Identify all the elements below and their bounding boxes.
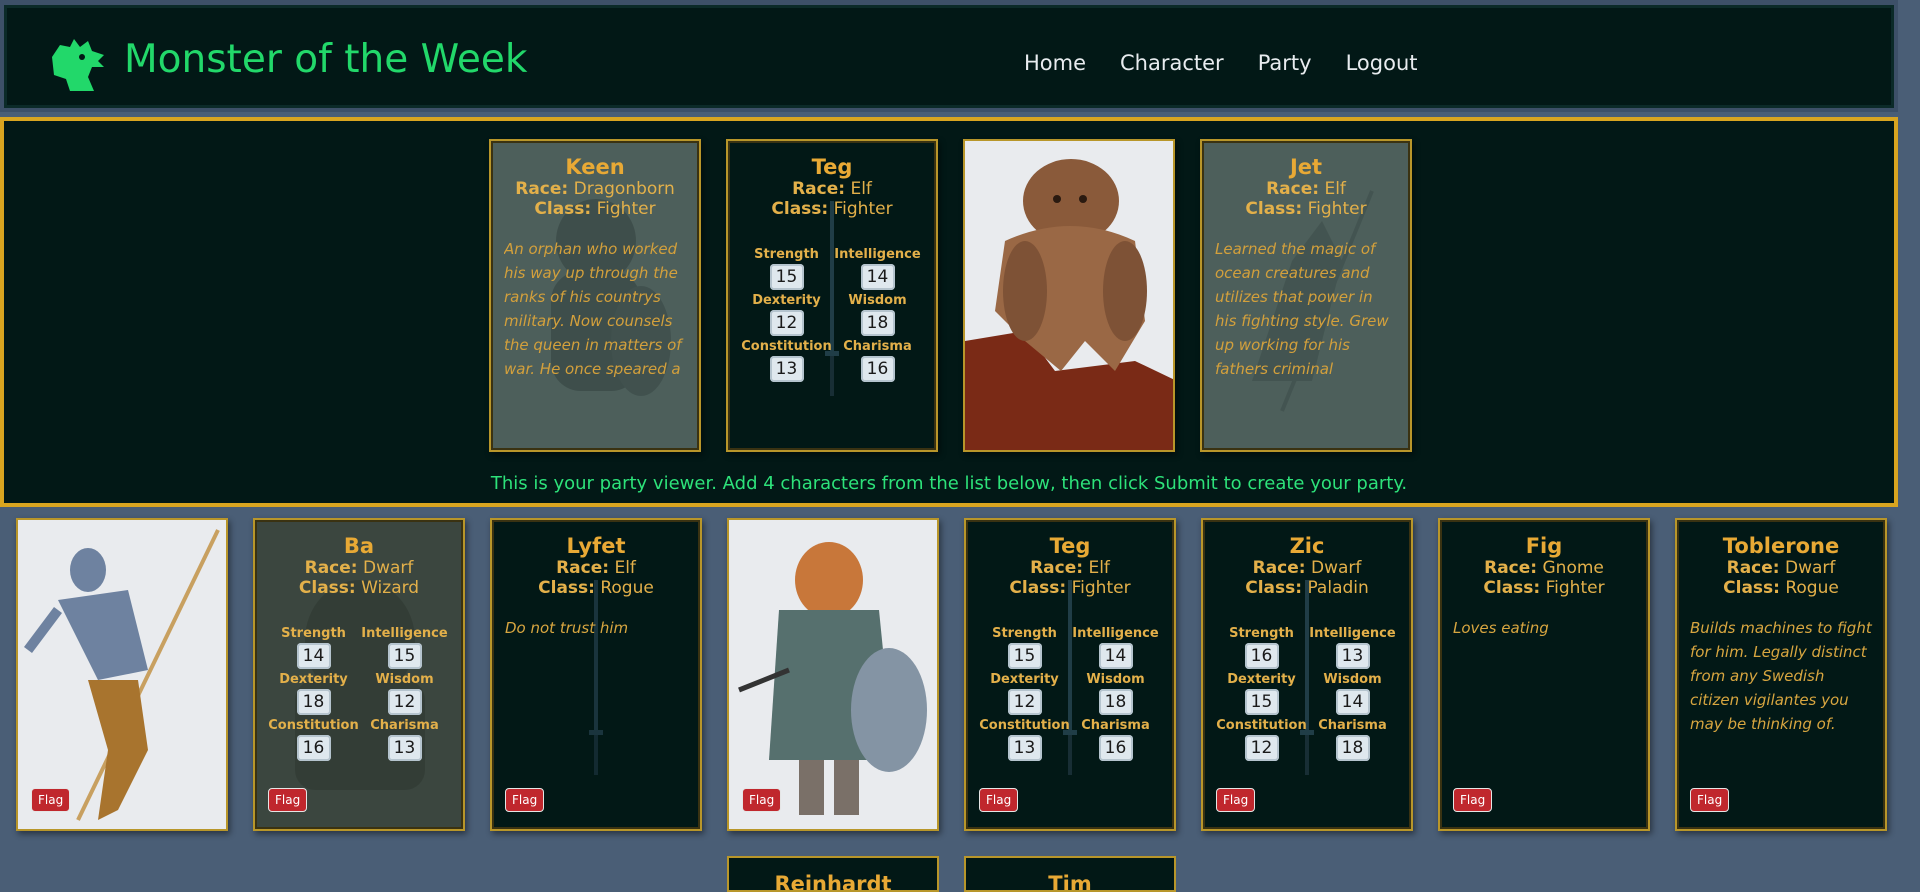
stat-intelligence: Intelligence 13 bbox=[1307, 626, 1398, 669]
flag-button[interactable]: Flag bbox=[742, 788, 782, 812]
character-race: Race: Dragonborn bbox=[515, 179, 675, 199]
character-name: Zic bbox=[1289, 534, 1325, 558]
party-instructions: This is your party viewer. Add 4 charact… bbox=[490, 473, 1408, 494]
flag-button[interactable]: Flag bbox=[1453, 788, 1493, 812]
stat-intelligence: Intelligence 15 bbox=[359, 626, 450, 669]
stat-wisdom: Wisdom 18 bbox=[1070, 672, 1161, 715]
navbar: Monster of the Week Home Character Party… bbox=[0, 0, 1898, 112]
main-nav: Home Character Party Logout bbox=[1024, 51, 1418, 75]
dragon-head-icon[interactable] bbox=[48, 35, 108, 95]
stat-constitution: Constitution 16 bbox=[268, 718, 359, 761]
roster-card-fig[interactable]: Fig Race: Gnome Class: Fighter Loves eat… bbox=[1438, 518, 1650, 831]
roster-card-ba[interactable]: Ba Race: Dwarf Class: Wizard Strength 14 … bbox=[253, 518, 465, 831]
roster-card-image[interactable]: Flag bbox=[727, 518, 939, 831]
character-race: Race: Dwarf bbox=[1252, 558, 1362, 578]
stat-charisma: Charisma 16 bbox=[1070, 718, 1161, 761]
stat-wisdom: Wisdom 12 bbox=[359, 672, 450, 715]
character-name: Lyfet bbox=[566, 534, 626, 558]
stat-dexterity: Dexterity 18 bbox=[268, 672, 359, 715]
site-title[interactable]: Monster of the Week bbox=[124, 37, 528, 82]
elf-archer-image bbox=[18, 520, 226, 829]
stat-grid: Strength 16 Intelligence 13 Dexterity 15 Wi… bbox=[1216, 626, 1398, 761]
stat-strength: Strength 16 bbox=[1216, 626, 1307, 669]
character-name: Teg bbox=[811, 155, 853, 179]
character-name: Toblerone bbox=[1722, 534, 1840, 558]
character-race: Race: Gnome bbox=[1484, 558, 1604, 578]
flag-button[interactable]: Flag bbox=[979, 788, 1019, 812]
party-card-keen[interactable]: Keen Race: Dragonborn Class: Fighter An … bbox=[489, 139, 701, 452]
sword-icon bbox=[589, 580, 603, 775]
stat-constitution: Constitution 13 bbox=[979, 718, 1070, 761]
character-name: Ba bbox=[343, 534, 375, 558]
character-class: Class: Fighter bbox=[534, 199, 656, 219]
flag-button[interactable]: Flag bbox=[268, 788, 308, 812]
party-card-jet[interactable]: Jet Race: Elf Class: Fighter Learned the… bbox=[1200, 139, 1412, 452]
stat-grid: Strength 14 Intelligence 15 Dexterity 18 Wi… bbox=[268, 626, 450, 761]
stat-grid: Strength 15 Intelligence 14 Dexterity 12 Wi… bbox=[741, 247, 923, 382]
character-name: Tim bbox=[1048, 872, 1092, 892]
character-class: Class: Fighter bbox=[1483, 578, 1605, 598]
dragonborn-warrior-image bbox=[729, 520, 937, 829]
character-race: Race: Elf bbox=[556, 558, 636, 578]
stat-dexterity: Dexterity 12 bbox=[979, 672, 1070, 715]
party-card-teg[interactable]: Teg Race: Elf Class: Fighter Strength 15 … bbox=[726, 139, 938, 452]
rock-golem-image bbox=[965, 141, 1173, 450]
character-class: Class: Rogue bbox=[1723, 578, 1839, 598]
character-name: Teg bbox=[1049, 534, 1091, 558]
nav-party-link[interactable]: Party bbox=[1258, 51, 1312, 75]
nav-character-link[interactable]: Character bbox=[1120, 51, 1224, 75]
character-race: Race: Elf bbox=[1266, 179, 1346, 199]
flag-button[interactable]: Flag bbox=[1690, 788, 1730, 812]
party-card-image[interactable] bbox=[963, 139, 1175, 452]
character-race: Race: Elf bbox=[1030, 558, 1110, 578]
nav-home-link[interactable]: Home bbox=[1024, 51, 1086, 75]
roster-card-tim[interactable]: Tim bbox=[964, 856, 1176, 892]
character-description: Builds machines to fight for him. Legall… bbox=[1690, 619, 1872, 733]
stat-constitution: Constitution 13 bbox=[741, 339, 832, 382]
stat-charisma: Charisma 16 bbox=[832, 339, 923, 382]
roster-card-reinhardt[interactable]: Reinhardt bbox=[727, 856, 939, 892]
flag-button[interactable]: Flag bbox=[505, 788, 545, 812]
character-class: Class: Fighter bbox=[1009, 578, 1131, 598]
stat-constitution: Constitution 12 bbox=[1216, 718, 1307, 761]
stat-dexterity: Dexterity 12 bbox=[741, 293, 832, 336]
party-viewer: Keen Race: Dragonborn Class: Fighter An … bbox=[0, 117, 1898, 507]
flag-button[interactable]: Flag bbox=[31, 788, 71, 812]
character-name: Jet bbox=[1289, 155, 1323, 179]
stat-intelligence: Intelligence 14 bbox=[1070, 626, 1161, 669]
character-name: Fig bbox=[1525, 534, 1563, 558]
character-class: Class: Fighter bbox=[1245, 199, 1367, 219]
character-class: Class: Paladin bbox=[1245, 578, 1369, 598]
roster-card-image[interactable]: Flag bbox=[16, 518, 228, 831]
stat-wisdom: Wisdom 18 bbox=[832, 293, 923, 336]
character-race: Race: Elf bbox=[792, 179, 872, 199]
character-description: An orphan who worked his way up through … bbox=[504, 240, 682, 378]
character-description: Learned the magic of ocean creatures and… bbox=[1215, 240, 1389, 378]
stat-strength: Strength 14 bbox=[268, 626, 359, 669]
character-class: Class: Rogue bbox=[538, 578, 654, 598]
stat-strength: Strength 15 bbox=[979, 626, 1070, 669]
stat-charisma: Charisma 13 bbox=[359, 718, 450, 761]
stat-strength: Strength 15 bbox=[741, 247, 832, 290]
roster-card-lyfet[interactable]: Lyfet Race: Elf Class: Rogue Do not trus… bbox=[490, 518, 702, 831]
roster-card-teg[interactable]: Teg Race: Elf Class: Fighter Strength 15 … bbox=[964, 518, 1176, 831]
stat-dexterity: Dexterity 15 bbox=[1216, 672, 1307, 715]
character-class: Class: Fighter bbox=[771, 199, 893, 219]
nav-logout-link[interactable]: Logout bbox=[1346, 51, 1418, 75]
character-race: Race: Dwarf bbox=[1726, 558, 1836, 578]
stat-charisma: Charisma 18 bbox=[1307, 718, 1398, 761]
character-class: Class: Wizard bbox=[298, 578, 420, 598]
stat-wisdom: Wisdom 14 bbox=[1307, 672, 1398, 715]
character-race: Race: Dwarf bbox=[304, 558, 414, 578]
roster-card-toblerone[interactable]: Toblerone Race: Dwarf Class: Rogue Build… bbox=[1675, 518, 1887, 831]
flag-button[interactable]: Flag bbox=[1216, 788, 1256, 812]
character-name: Reinhardt bbox=[774, 872, 892, 892]
stat-intelligence: Intelligence 14 bbox=[832, 247, 923, 290]
roster-card-zic[interactable]: Zic Race: Dwarf Class: Paladin Strength 1… bbox=[1201, 518, 1413, 831]
character-description: Loves eating bbox=[1453, 619, 1549, 637]
stat-grid: Strength 15 Intelligence 14 Dexterity 12 Wi… bbox=[979, 626, 1161, 761]
character-name: Keen bbox=[565, 155, 625, 179]
character-description: Do not trust him bbox=[505, 619, 629, 637]
